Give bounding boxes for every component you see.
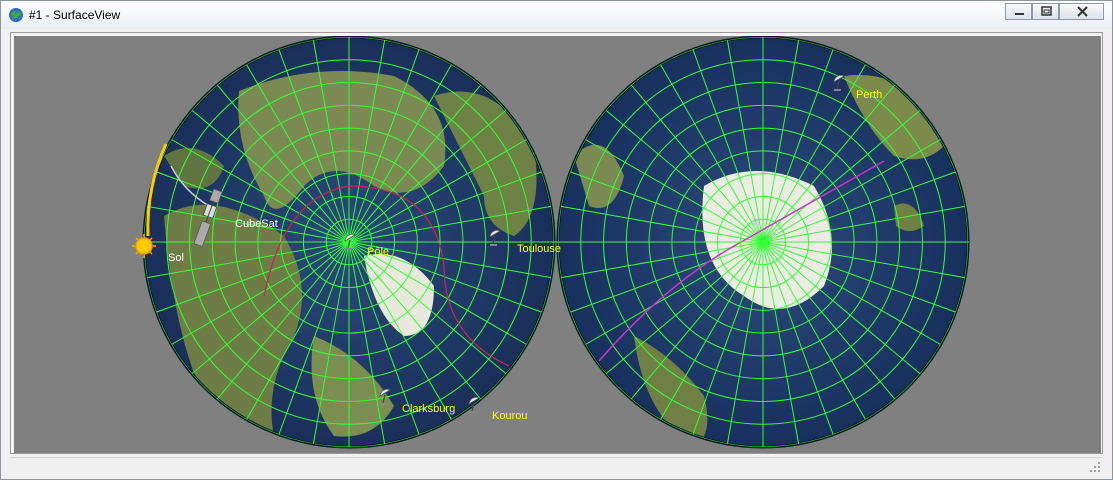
station-label-toulouse: Toulouse: [517, 243, 561, 255]
window-title: #1 - SurfaceView: [29, 8, 121, 22]
station-label-clarksburg: Clarksburg: [402, 403, 455, 415]
minimize-button[interactable]: [1005, 3, 1032, 20]
sun-label: Sol: [168, 252, 184, 264]
resize-grip-icon[interactable]: [1089, 461, 1101, 473]
minimize-icon: [1015, 13, 1024, 15]
station-label-kourou: Kourou: [492, 410, 527, 422]
close-icon: [1077, 6, 1088, 17]
surface-view-canvas[interactable]: Sol CubeSat Pôle Toulouse Clarksburg Kou…: [14, 36, 1101, 453]
surfaceview-window: #1 - SurfaceView Sol CubeSat Pôle Toulou…: [0, 0, 1113, 480]
restore-icon: [1041, 6, 1052, 16]
cubesat-label: CubeSat: [235, 218, 278, 230]
station-label-pole: Pôle: [367, 246, 389, 258]
restore-button[interactable]: [1032, 3, 1059, 20]
status-bar: [10, 457, 1103, 475]
app-globe-icon: [9, 8, 23, 22]
title-bar[interactable]: #1 - SurfaceView: [1, 1, 1112, 29]
close-button[interactable]: [1059, 3, 1104, 20]
station-label-perth: Perth: [856, 89, 882, 101]
